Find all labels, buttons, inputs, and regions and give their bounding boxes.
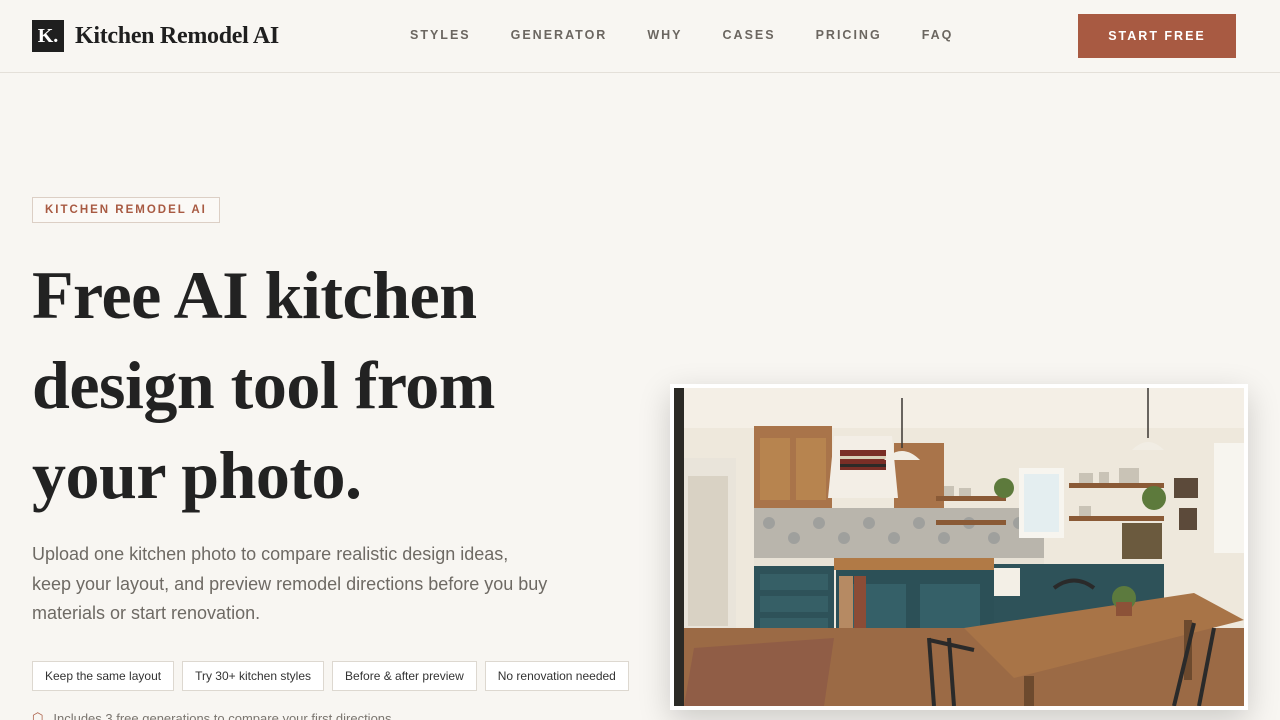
nav-links: STYLES GENERATOR WHY CASES PRICING FAQ	[410, 28, 993, 42]
nav-link-generator[interactable]: GENERATOR	[511, 28, 608, 42]
top-nav: K. Kitchen Remodel AI STYLES GENERATOR W…	[0, 0, 1280, 73]
headline-line: your photo.	[32, 437, 362, 513]
note-text: Includes 3 free generations to compare y…	[53, 710, 392, 720]
hero-image	[670, 384, 1248, 710]
brand-name: Kitchen Remodel AI	[75, 22, 279, 49]
hero-subtext: Upload one kitchen photo to compare real…	[32, 544, 548, 623]
feature-chip: Keep the same layout	[32, 661, 175, 691]
free-generations-note: ⬡ Includes 3 free generations to compare…	[32, 710, 392, 720]
feature-chip: Try 30+ kitchen styles	[182, 661, 325, 691]
headline-line: design tool from	[32, 347, 495, 423]
brand-logo[interactable]: K. Kitchen Remodel AI	[32, 20, 279, 52]
brand-mark-icon: K.	[32, 20, 64, 52]
feature-chip: Before & after preview	[332, 661, 477, 691]
cube-icon: ⬡	[32, 710, 44, 720]
page-title: Free AI kitchen design tool from your ph…	[32, 250, 592, 520]
nav-link-why[interactable]: WHY	[647, 28, 682, 42]
feature-chips: Keep the same layout Try 30+ kitchen sty…	[32, 661, 637, 691]
kitchen-photo-icon	[674, 388, 1244, 706]
headline-line: Free AI kitchen	[32, 257, 477, 333]
feature-chip: No renovation needed	[484, 661, 629, 691]
nav-link-faq[interactable]: FAQ	[922, 28, 954, 42]
eyebrow-badge: KITCHEN REMODEL AI	[32, 197, 220, 223]
start-free-button[interactable]: START FREE	[1078, 14, 1236, 58]
nav-link-styles[interactable]: STYLES	[410, 28, 471, 42]
nav-link-cases[interactable]: CASES	[723, 28, 776, 42]
nav-link-pricing[interactable]: PRICING	[816, 28, 882, 42]
